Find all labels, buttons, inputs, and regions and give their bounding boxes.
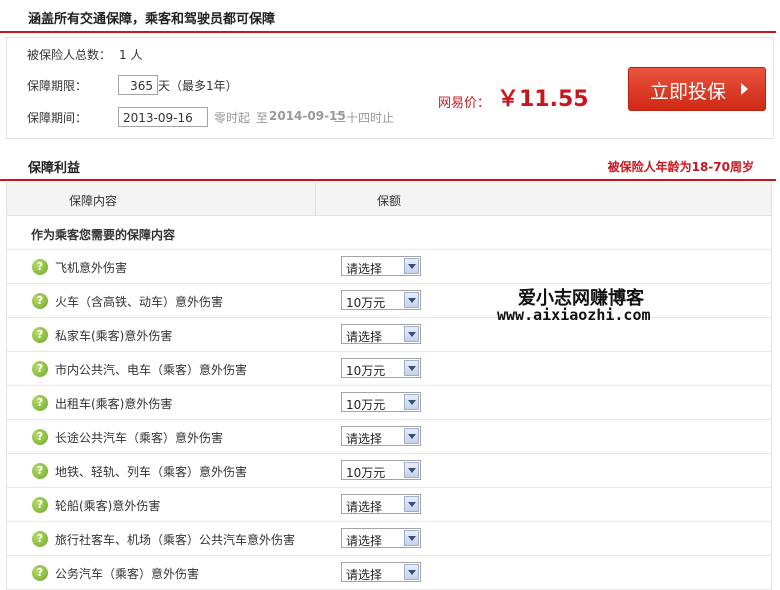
insured-count-label: 被保险人总数： bbox=[27, 48, 112, 62]
selected-amount: 10万元 bbox=[346, 296, 386, 310]
end-suffix: 二十四时止 bbox=[334, 111, 395, 125]
coverage-amount-select[interactable]: 10万元 bbox=[341, 358, 421, 378]
table-row: ? 旅行社客车、机场（乘客）公共汽车意外伤害 请选择 bbox=[6, 522, 772, 556]
coverage-amount-select[interactable]: 10万元 bbox=[341, 392, 421, 412]
buy-now-button[interactable]: 立即投保 bbox=[628, 67, 766, 111]
start-suffix: 零时起 bbox=[214, 111, 251, 125]
help-question-icon[interactable]: ? bbox=[32, 429, 48, 445]
selected-amount: 10万元 bbox=[346, 398, 386, 412]
term-suffix: 天（最多1年） bbox=[158, 79, 238, 93]
table-row: ? 长途公共汽车（乘客）意外伤害 请选择 bbox=[6, 420, 772, 454]
col-content-header: 保障内容 bbox=[69, 194, 118, 208]
coverage-name: 飞机意外伤害 bbox=[55, 261, 128, 275]
help-question-icon[interactable]: ? bbox=[32, 531, 48, 547]
insured-count-value: 1 人 bbox=[119, 48, 143, 62]
chevron-down-icon[interactable] bbox=[404, 496, 419, 512]
term-label: 保障期限： bbox=[27, 79, 88, 93]
table-row: ? 轮船(乘客)意外伤害 请选择 bbox=[6, 488, 772, 522]
selected-amount: 请选择 bbox=[346, 568, 383, 582]
selected-amount: 10万元 bbox=[346, 466, 386, 480]
watermark-url: www.aixiaozhi.com bbox=[497, 306, 651, 324]
coverage-name: 市内公共汽、电车（乘客）意外伤害 bbox=[55, 363, 248, 377]
coverage-amount-select[interactable]: 请选择 bbox=[341, 562, 421, 582]
coverage-name: 长途公共汽车（乘客）意外伤害 bbox=[55, 431, 224, 445]
age-note: 被保险人年龄为18-70周岁 bbox=[607, 160, 754, 174]
price-label: 网易价： bbox=[438, 96, 491, 111]
price-value: ￥11.55 bbox=[497, 87, 589, 112]
coverage-name: 轮船(乘客)意外伤害 bbox=[55, 499, 161, 513]
table-row: ? 公务汽车（乘客）意外伤害 请选择 bbox=[6, 556, 772, 590]
selected-amount: 请选择 bbox=[346, 262, 383, 276]
coverage-name: 地铁、轻轨、列车（乘客）意外伤害 bbox=[55, 465, 248, 479]
help-question-icon[interactable]: ? bbox=[32, 361, 48, 377]
benefits-title: 保障利益 bbox=[28, 161, 81, 176]
selected-amount: 请选择 bbox=[346, 500, 383, 514]
col-amount-header: 保额 bbox=[377, 194, 402, 208]
chevron-down-icon[interactable] bbox=[404, 428, 419, 444]
chevron-down-icon[interactable] bbox=[404, 394, 419, 410]
chevron-down-icon[interactable] bbox=[404, 462, 419, 478]
table-row: ? 地铁、轻轨、列车（乘客）意外伤害 10万元 bbox=[6, 454, 772, 488]
coverage-amount-select[interactable]: 请选择 bbox=[341, 528, 421, 548]
arrow-right-icon bbox=[741, 83, 748, 95]
benefits-table-header: 保障内容 保额 bbox=[6, 182, 772, 216]
start-date-input[interactable]: 2013-09-16 bbox=[118, 107, 208, 127]
help-question-icon[interactable]: ? bbox=[32, 463, 48, 479]
coverage-name: 公务汽车（乘客）意外伤害 bbox=[55, 567, 200, 581]
help-question-icon[interactable]: ? bbox=[32, 395, 48, 411]
coverage-amount-select[interactable]: 10万元 bbox=[341, 290, 421, 310]
help-question-icon[interactable]: ? bbox=[32, 327, 48, 343]
coverage-amount-select[interactable]: 请选择 bbox=[341, 494, 421, 514]
table-row: ? 飞机意外伤害 请选择 bbox=[6, 250, 772, 284]
table-row: ? 私家车(乘客)意外伤害 请选择 bbox=[6, 318, 772, 352]
coverage-name: 火车（含高铁、动车）意外伤害 bbox=[55, 295, 224, 309]
help-question-icon[interactable]: ? bbox=[32, 497, 48, 513]
chevron-down-icon[interactable] bbox=[404, 326, 419, 342]
page-title: 涵盖所有交通保障，乘客和驾驶员都可保障 bbox=[28, 12, 276, 27]
coverage-amount-select[interactable]: 请选择 bbox=[341, 426, 421, 446]
coverage-amount-select[interactable]: 10万元 bbox=[341, 460, 421, 480]
period-label: 保障期间： bbox=[27, 111, 88, 125]
term-days-input[interactable]: 365 bbox=[118, 75, 158, 95]
coverage-name: 旅行社客车、机场（乘客）公共汽车意外伤害 bbox=[55, 533, 296, 547]
end-prefix: 至 bbox=[256, 111, 269, 125]
group-heading-row: 作为乘客您需要的保障内容 bbox=[6, 216, 772, 250]
group-title: 作为乘客您需要的保障内容 bbox=[31, 228, 176, 242]
coverage-name: 出租车(乘客)意外伤害 bbox=[55, 397, 173, 411]
table-row: ? 火车（含高铁、动车）意外伤害 10万元 bbox=[6, 284, 772, 318]
selected-amount: 请选择 bbox=[346, 432, 383, 446]
coverage-amount-select[interactable]: 请选择 bbox=[341, 324, 421, 344]
coverage-amount-select[interactable]: 请选择 bbox=[341, 256, 421, 276]
table-row: ? 市内公共汽、电车（乘客）意外伤害 10万元 bbox=[6, 352, 772, 386]
coverage-name: 私家车(乘客)意外伤害 bbox=[55, 329, 173, 343]
help-question-icon[interactable]: ? bbox=[32, 259, 48, 275]
help-question-icon[interactable]: ? bbox=[32, 293, 48, 309]
chevron-down-icon[interactable] bbox=[404, 258, 419, 274]
chevron-down-icon[interactable] bbox=[404, 564, 419, 580]
selected-amount: 请选择 bbox=[346, 534, 383, 548]
chevron-down-icon[interactable] bbox=[404, 292, 419, 308]
benefits-section-header: 保障利益 被保险人年龄为18-70周岁 bbox=[0, 146, 776, 181]
chevron-down-icon[interactable] bbox=[404, 530, 419, 546]
selected-amount: 10万元 bbox=[346, 364, 386, 378]
page-header: 涵盖所有交通保障，乘客和驾驶员都可保障 bbox=[0, 0, 776, 33]
table-row: ? 出租车(乘客)意外伤害 10万元 bbox=[6, 386, 772, 420]
selected-amount: 请选择 bbox=[346, 330, 383, 344]
column-divider bbox=[315, 182, 316, 216]
buy-now-label: 立即投保 bbox=[650, 81, 727, 103]
chevron-down-icon[interactable] bbox=[404, 360, 419, 376]
